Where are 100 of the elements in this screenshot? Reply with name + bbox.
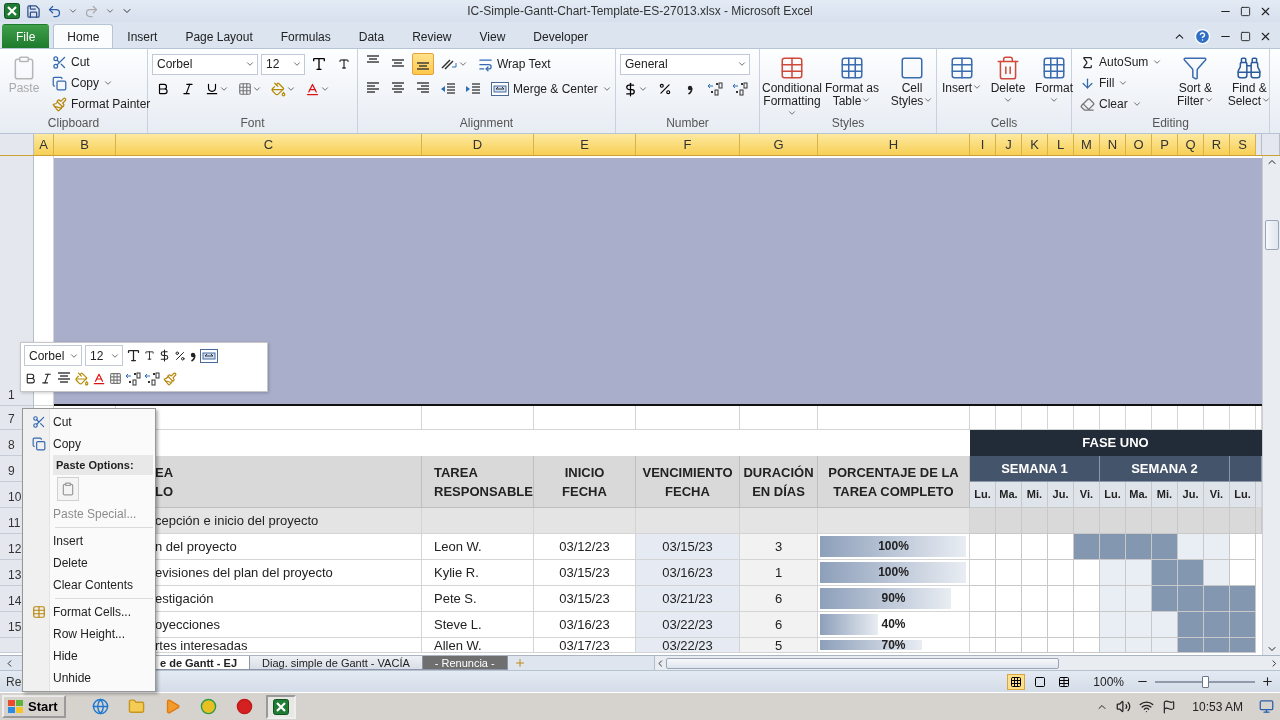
ribbon-tab[interactable]: Insert: [113, 24, 172, 48]
speaker-icon[interactable]: [1116, 699, 1132, 714]
flag-icon[interactable]: [1162, 699, 1177, 714]
windows-flag-icon: [7, 698, 25, 715]
start-date: 03/17/23: [559, 638, 610, 652]
font-name-field[interactable]: Corbel: [24, 345, 82, 366]
font-size-field[interactable]: 12: [261, 53, 305, 75]
menu-item[interactable]: Copy: [25, 433, 153, 455]
column-header[interactable]: O: [1126, 134, 1152, 155]
ribbon-button[interactable]: Cell Styles: [884, 52, 940, 114]
slider-thumb[interactable]: [1202, 675, 1209, 688]
column-header[interactable]: K: [1022, 134, 1048, 155]
row-number[interactable]: 1: [8, 388, 15, 402]
ribbon-tab[interactable]: Home: [53, 24, 114, 48]
sheet-tab[interactable]: - Renuncia -: [421, 656, 508, 670]
column-header[interactable]: C: [116, 134, 422, 155]
column-header[interactable]: A: [34, 134, 54, 155]
column-header[interactable]: D: [422, 134, 534, 155]
column-header[interactable]: G: [740, 134, 818, 155]
menu-item[interactable]: Unhide: [25, 667, 153, 689]
font-color-icon[interactable]: [92, 371, 106, 386]
menu-item[interactable]: Clear Contents: [25, 574, 153, 596]
merge-button[interactable]: Merge & Center: [487, 79, 616, 99]
sheet-tab[interactable]: Diag. simple de Gantt - VACÍA: [249, 656, 423, 670]
column-header[interactable]: P: [1152, 134, 1178, 155]
paintbrush-icon[interactable]: [163, 371, 177, 386]
dollar-icon[interactable]: [158, 349, 171, 362]
column-header[interactable]: B: [54, 134, 116, 155]
zoom-in-icon[interactable]: [1261, 675, 1274, 688]
ribbon-button[interactable]: Delete: [987, 52, 1029, 114]
scroll-thumb[interactable]: [1264, 220, 1279, 250]
menu-item[interactable]: Delete: [25, 552, 153, 574]
ribbon-button[interactable]: Format: [1033, 52, 1075, 114]
caret-icon: [1131, 99, 1142, 109]
ribbon-tab[interactable]: Data: [344, 24, 399, 48]
column-header[interactable]: M: [1074, 134, 1100, 155]
number-format-field[interactable]: General: [620, 53, 750, 75]
wrap-text-button[interactable]: Wrap Text: [474, 54, 555, 74]
ribbon-tab[interactable]: File: [2, 24, 50, 48]
ribbon-button[interactable]: Format Painter: [48, 94, 155, 114]
network-icon[interactable]: [1139, 699, 1155, 714]
comma-style-icon: [686, 83, 694, 95]
zoom-slider[interactable]: [1155, 674, 1255, 689]
column-header[interactable]: N: [1100, 134, 1126, 155]
show-desktop-icon[interactable]: [1259, 699, 1274, 714]
normal-view-button[interactable]: [1007, 673, 1026, 690]
menu-item[interactable]: Insert: [25, 530, 153, 552]
column-header[interactable]: F: [636, 134, 740, 155]
help-icon[interactable]: [1194, 27, 1211, 45]
ribbon-button[interactable]: Format as Table: [824, 52, 880, 114]
taskbar-app[interactable]: [265, 694, 296, 719]
ribbon-tab[interactable]: Page Layout: [171, 24, 267, 48]
caret-icon: [1118, 78, 1129, 88]
row-number[interactable]: 9: [8, 464, 15, 478]
menu-item[interactable]: Row Height...: [25, 623, 153, 645]
indent-icon: [440, 81, 456, 97]
column-header[interactable]: R: [1204, 134, 1230, 155]
ribbon-tab[interactable]: Formulas: [266, 24, 345, 48]
ribbon-tab[interactable]: Developer: [519, 24, 602, 48]
font-size-field[interactable]: 12: [85, 345, 123, 366]
ribbon-button[interactable]: Fill: [1076, 73, 1167, 93]
text-icon[interactable]: [126, 348, 141, 363]
ribbon-button[interactable]: Copy: [48, 73, 155, 93]
undo-icon[interactable]: [47, 3, 62, 19]
table-icon: [1058, 675, 1071, 688]
vertical-scrollbar[interactable]: [1262, 156, 1280, 655]
ribbon-tab[interactable]: Review: [398, 24, 466, 48]
percent-icon[interactable]: [174, 349, 186, 362]
text-icon[interactable]: [144, 350, 155, 361]
restore-icon[interactable]: [1240, 5, 1251, 17]
table-cell: [1022, 406, 1048, 430]
column-header[interactable]: L: [1048, 134, 1074, 155]
font-name-field[interactable]: Corbel: [152, 53, 258, 75]
paint-bucket-icon[interactable]: [75, 371, 89, 386]
ribbon-button[interactable]: Conditional Formatting: [764, 52, 820, 114]
caret-icon: [861, 95, 872, 105]
ribbon-button[interactable]: Find & Select: [1224, 52, 1275, 114]
horizontal-scrollbar[interactable]: [654, 656, 1280, 670]
ribbon-button[interactable]: Sort & Filter: [1170, 52, 1221, 114]
restore-icon[interactable]: [1240, 30, 1251, 42]
ribbon-button[interactable]: Insert: [941, 52, 983, 114]
column-header[interactable]: H: [818, 134, 970, 155]
grid-icon[interactable]: [109, 372, 122, 385]
ribbon-button[interactable]: AutoSum: [1076, 52, 1167, 72]
column-header[interactable]: J: [996, 134, 1022, 155]
row-number[interactable]: 8: [8, 438, 15, 452]
column-header[interactable]: E: [534, 134, 636, 155]
column-header[interactable]: I: [970, 134, 996, 155]
ribbon-button[interactable]: Clear: [1076, 94, 1167, 114]
align-button[interactable]: [412, 53, 434, 75]
italic-icon[interactable]: [40, 372, 53, 385]
start-button[interactable]: Start: [2, 695, 66, 718]
bold-icon[interactable]: [24, 372, 37, 385]
ribbon-tab[interactable]: View: [465, 24, 520, 48]
scroll-thumb[interactable]: [665, 657, 1060, 669]
menu-item[interactable]: Cut: [25, 411, 153, 433]
save-icon[interactable]: [26, 3, 41, 19]
menu-item[interactable]: Format Cells...: [25, 601, 153, 623]
row-number[interactable]: 7: [8, 412, 15, 426]
column-header[interactable]: Q: [1178, 134, 1204, 155]
